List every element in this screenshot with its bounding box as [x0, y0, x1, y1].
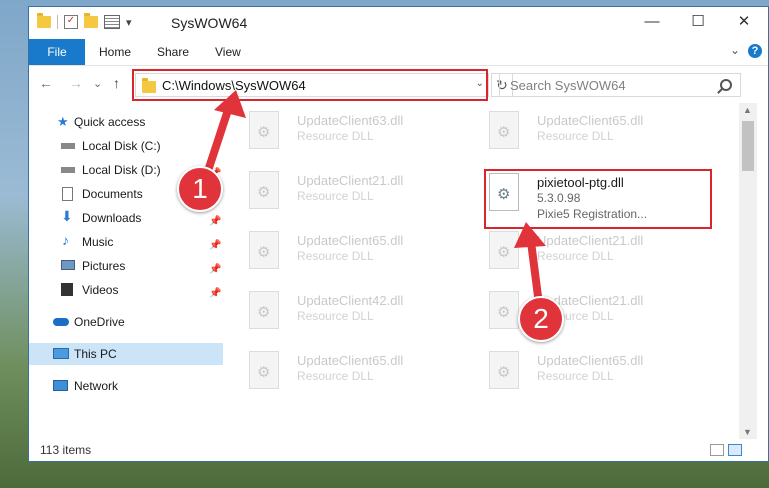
step-1-badge: 1	[177, 166, 223, 212]
instruction-arrows	[199, 90, 546, 316]
step-2-badge: 2	[518, 296, 564, 342]
